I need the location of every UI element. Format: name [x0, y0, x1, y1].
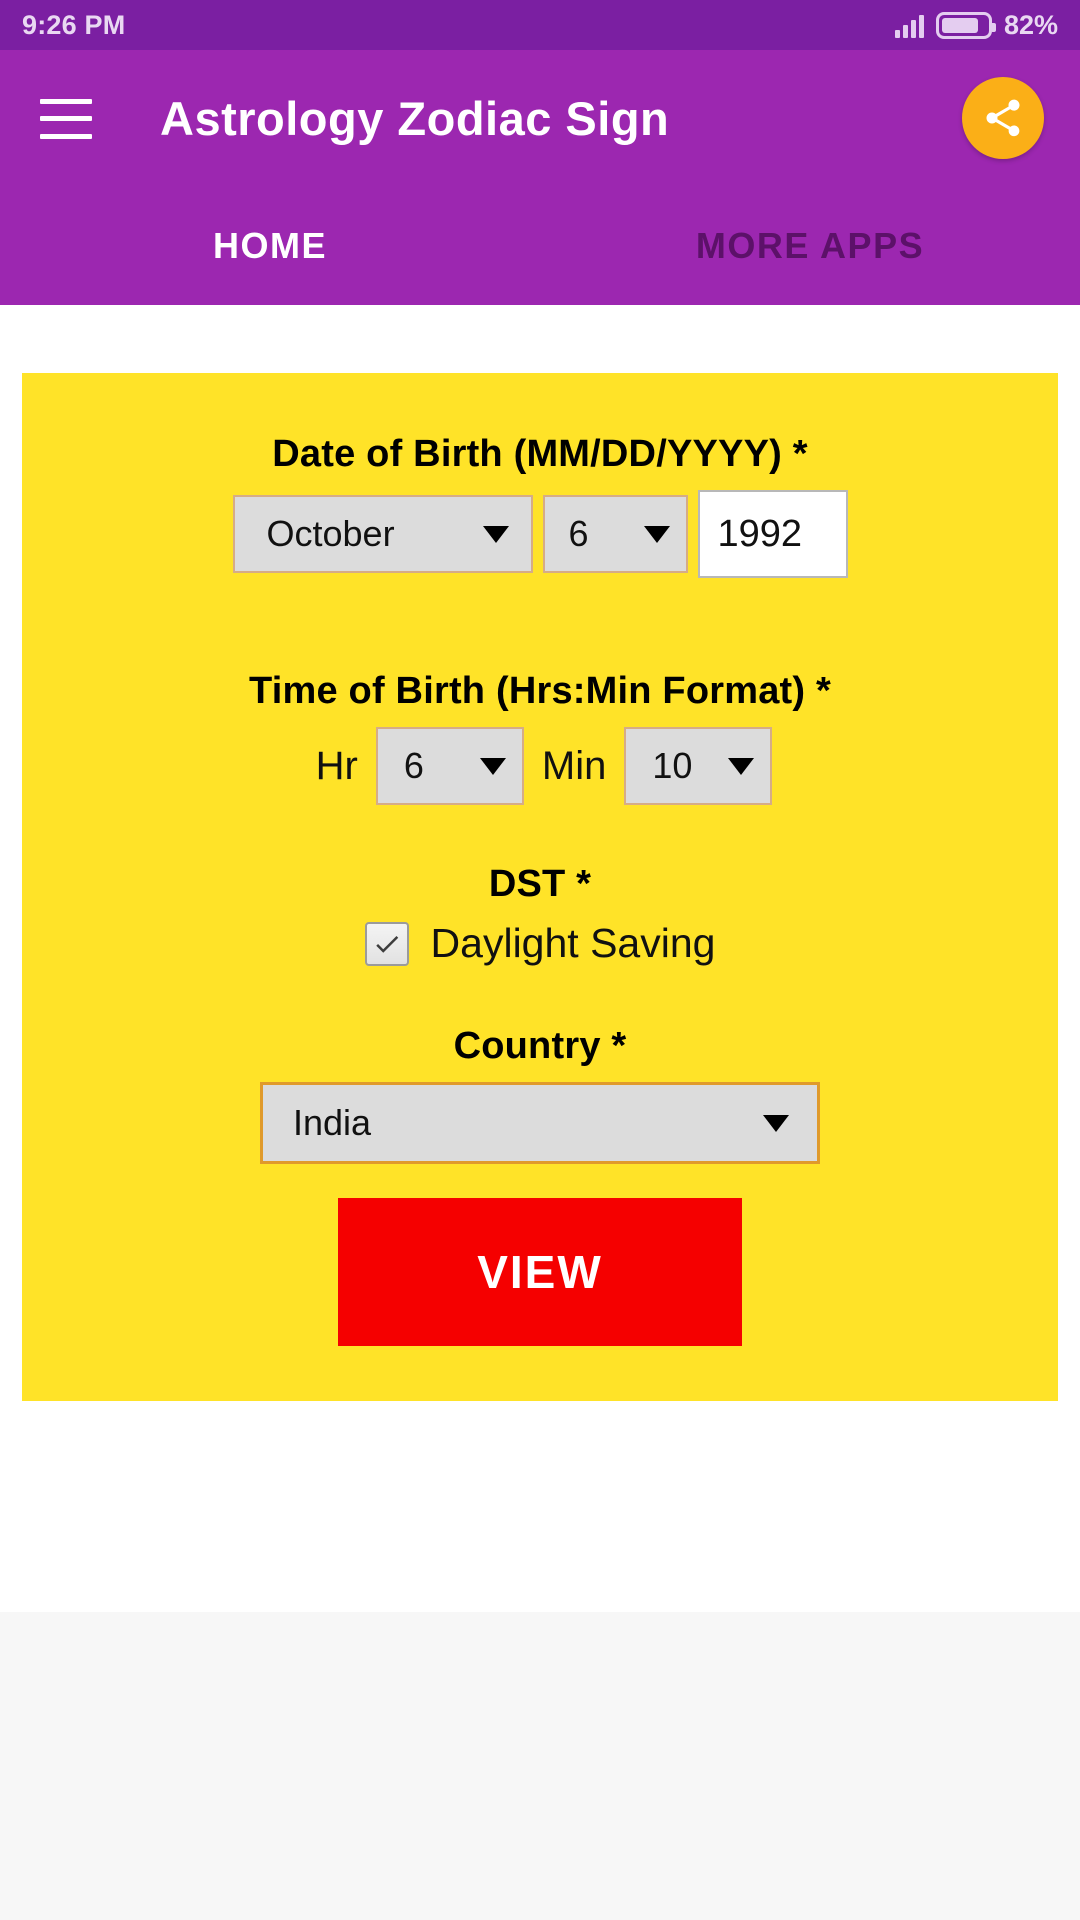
country-select[interactable]: India	[260, 1082, 820, 1164]
hamburger-menu-icon[interactable]	[40, 98, 92, 139]
chevron-down-icon	[479, 757, 506, 775]
battery-percent: 82%	[1003, 9, 1058, 40]
share-button[interactable]	[962, 77, 1044, 159]
tab-more-apps[interactable]: MORE APPS	[540, 225, 1080, 267]
country-select-value: India	[293, 1102, 372, 1143]
year-input[interactable]	[697, 490, 848, 578]
minute-label: Min	[541, 743, 607, 788]
minute-select-value: 10	[652, 745, 693, 786]
hour-label: Hr	[315, 743, 358, 788]
battery-icon	[935, 11, 996, 39]
tab-home[interactable]: HOME	[0, 225, 540, 267]
page-title: Astrology Zodiac Sign	[160, 92, 670, 145]
hour-select-value: 6	[403, 745, 424, 786]
date-of-birth-label: Date of Birth (MM/DD/YYYY) *	[272, 433, 808, 475]
date-of-birth-row: October 6	[22, 490, 1058, 578]
month-select-value: October	[266, 513, 395, 554]
app-bar: Astrology Zodiac Sign	[0, 50, 1080, 187]
daylight-saving-row: Daylight Saving	[22, 920, 1058, 967]
time-of-birth-row: Hr 6 Min 10	[22, 727, 1058, 805]
tab-bar: HOME MORE APPS	[0, 187, 1080, 305]
status-bar: 9:26 PM 82%	[0, 0, 1080, 50]
bottom-area	[0, 1612, 1080, 1920]
daylight-saving-checkbox[interactable]	[364, 921, 409, 966]
main-content: Date of Birth (MM/DD/YYYY) * October 6 T…	[0, 305, 1080, 1612]
view-button[interactable]: VIEW	[338, 1198, 742, 1346]
hour-select[interactable]: 6	[375, 727, 524, 805]
status-indicators: 82%	[894, 9, 1058, 41]
country-label: Country *	[453, 1025, 627, 1067]
day-select-value: 6	[568, 513, 589, 554]
time-of-birth-label: Time of Birth (Hrs:Min Format) *	[248, 670, 832, 712]
day-select[interactable]: 6	[542, 495, 688, 573]
share-icon	[986, 99, 1020, 137]
month-select[interactable]: October	[232, 495, 533, 573]
chevron-down-icon	[643, 525, 670, 543]
signal-bars-icon	[894, 12, 924, 38]
status-time: 9:26 PM	[22, 9, 126, 40]
chevron-down-icon	[728, 757, 755, 775]
chevron-down-icon	[482, 525, 509, 543]
daylight-saving-label: Daylight Saving	[430, 920, 716, 966]
dst-label: DST *	[488, 863, 592, 905]
birth-details-form: Date of Birth (MM/DD/YYYY) * October 6 T…	[22, 373, 1058, 1401]
checkmark-icon	[375, 935, 398, 953]
country-row: India	[22, 1082, 1058, 1164]
chevron-down-icon	[763, 1114, 789, 1132]
minute-select[interactable]: 10	[624, 727, 773, 805]
